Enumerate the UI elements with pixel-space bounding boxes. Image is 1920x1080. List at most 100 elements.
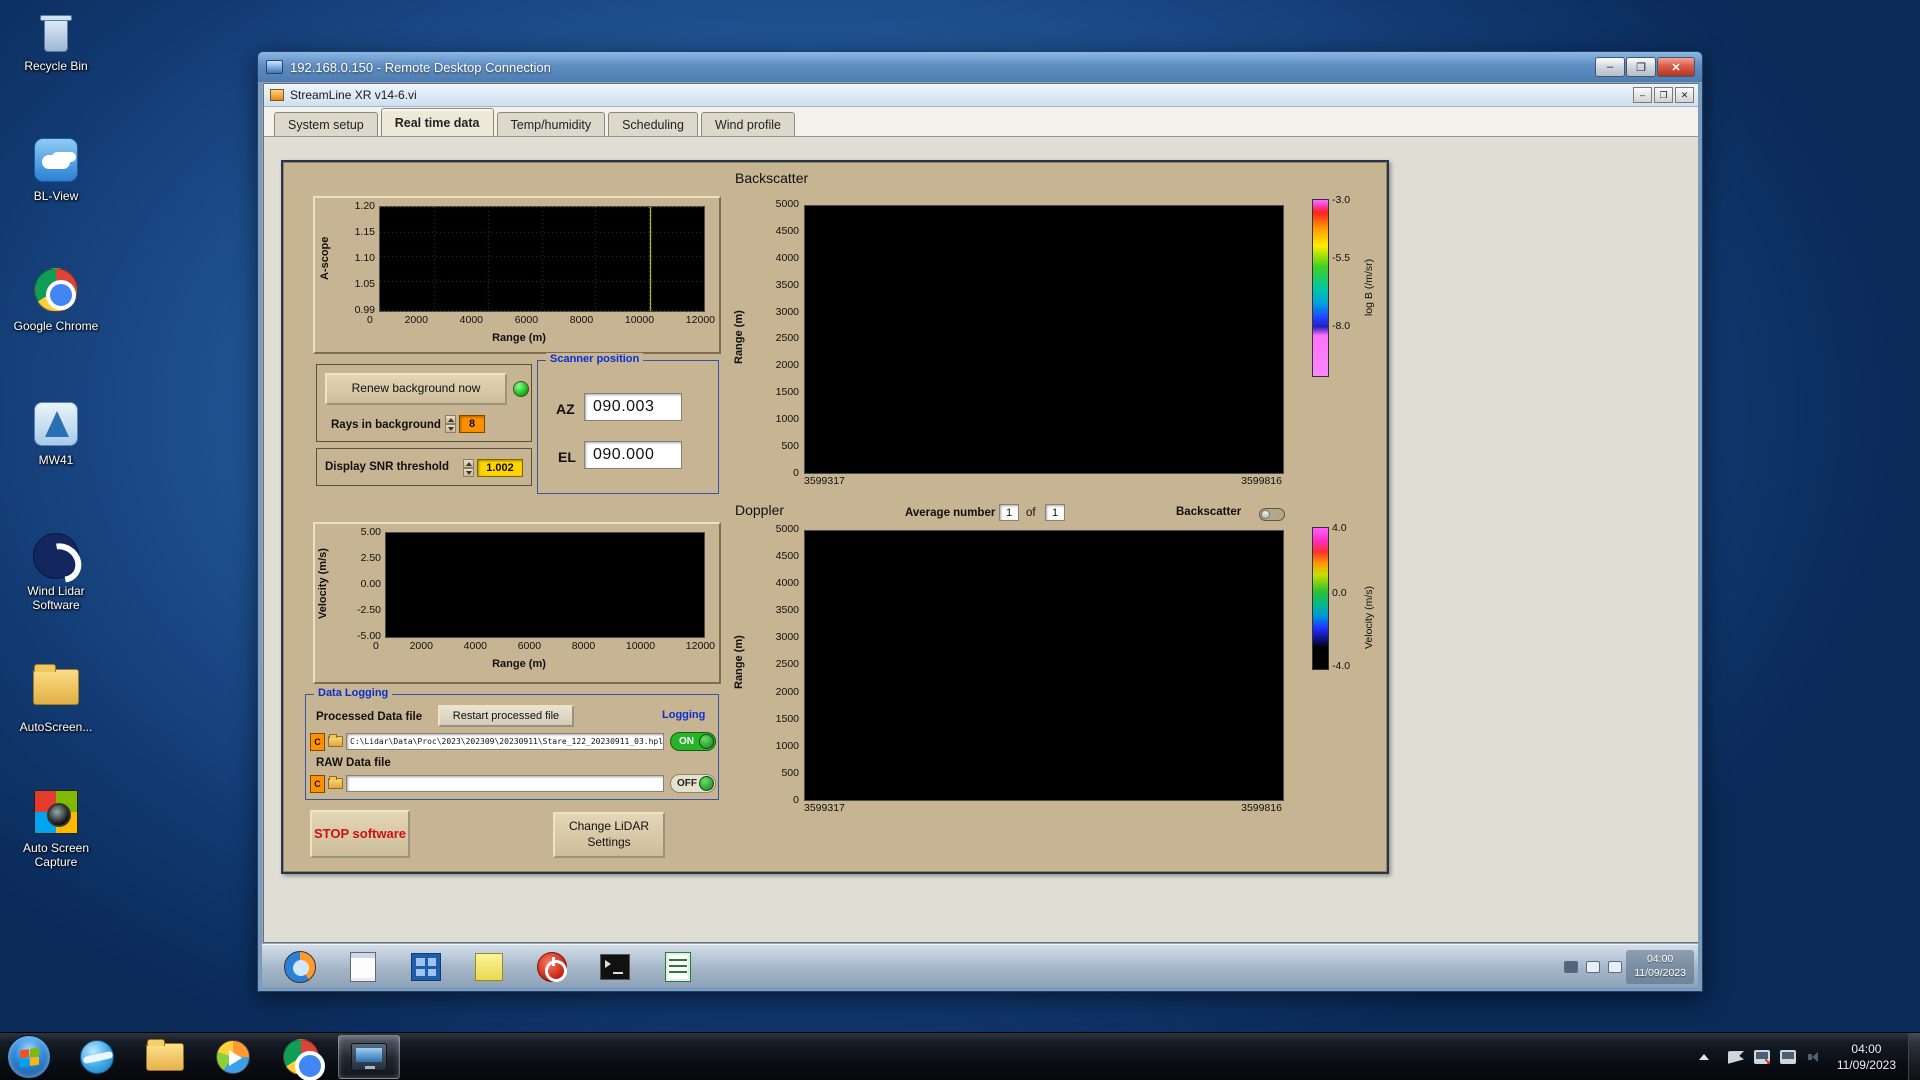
tick-label: 1000: [775, 413, 799, 426]
taskbar-rdp-active[interactable]: [338, 1035, 400, 1079]
tab-scheduling[interactable]: Scheduling: [608, 112, 698, 136]
backscatter-title: Backscatter: [735, 170, 809, 186]
az-field[interactable]: 090.003: [584, 393, 682, 421]
remote-taskbar-notepad[interactable]: [343, 949, 383, 985]
desktop-icon-bl-view[interactable]: BL-View: [8, 136, 104, 204]
processed-logging-toggle[interactable]: ON: [670, 732, 716, 751]
processed-drive-box[interactable]: C: [310, 733, 325, 751]
processed-browse-folder-icon[interactable]: [328, 734, 343, 747]
desktop-icon-mw41[interactable]: MW41: [8, 400, 104, 468]
a-scope-y-ticks: 1.20 1.15 1.10 1.05 0.99: [339, 200, 375, 316]
tick-label: 8000: [571, 640, 596, 652]
app-minimize-button[interactable]: –: [1633, 87, 1652, 103]
hidden-icons-icon[interactable]: [1564, 961, 1579, 973]
doppler-title: Doppler: [735, 502, 785, 518]
stop-software-button[interactable]: STOP software: [310, 810, 410, 858]
doppler-y-ticks: 5000 4500 4000 3500 3000 2500 2000 1500 1000 500 0: [751, 523, 799, 806]
front-panel: 1.20 1.15 1.10 1.05 0.99 A-scope 0 2000 4000 60…: [264, 137, 1698, 942]
tab-bar: System setup Real time data Temp/humidit…: [264, 107, 1698, 137]
average-number-field[interactable]: 1: [999, 504, 1019, 521]
remote-clock[interactable]: 04:00 11/09/2023: [1626, 950, 1694, 984]
colorbar-tick: 4.0: [1332, 522, 1347, 534]
snr-threshold-field[interactable]: 1.002: [477, 459, 523, 477]
close-button[interactable]: ✕: [1657, 57, 1695, 77]
tick-label: 1.05: [354, 278, 375, 290]
hidden-icons-arrow[interactable]: [1698, 1054, 1709, 1060]
raw-path-field[interactable]: [346, 775, 664, 792]
tick-label: 1.15: [354, 226, 375, 238]
off-label: OFF: [677, 778, 697, 789]
rays-in-background-field[interactable]: 8: [459, 415, 485, 433]
backscatter-display-toggle[interactable]: [1259, 508, 1285, 521]
app-titlebar[interactable]: StreamLine XR v14-6.vi – ❐ ✕: [264, 84, 1698, 107]
tick-label: 3000: [775, 305, 799, 318]
tick-label: 2000: [775, 359, 799, 372]
taskbar-clock[interactable]: 04:00 11/09/2023: [1837, 1041, 1896, 1073]
tick-label: 4000: [775, 577, 799, 590]
backscatter-x-ticks: 3599317 3599816: [804, 475, 1282, 487]
desktop-icon-recycle-bin[interactable]: Recycle Bin: [8, 8, 104, 74]
tab-temp-humidity[interactable]: Temp/humidity: [496, 112, 606, 136]
remote-taskbar-network-apps[interactable]: [406, 949, 446, 985]
network-status-icon[interactable]: [1753, 1050, 1770, 1064]
tick-label: 2000: [409, 640, 433, 652]
action-center-flag-icon[interactable]: [1728, 1049, 1744, 1065]
toggle-knob: [699, 734, 714, 749]
rdp-system-icon: [266, 60, 283, 74]
desktop-icon-autoscreen[interactable]: AutoScreen...: [8, 662, 104, 735]
remote-taskbar-cmd[interactable]: [595, 949, 635, 985]
remote-taskbar: 04:00 11/09/2023: [262, 944, 1698, 987]
processed-path-field[interactable]: C:\Lidar\Data\Proc\2023\202309\20230911\…: [346, 733, 664, 750]
volume-icon[interactable]: [1586, 961, 1601, 973]
app-restore-button[interactable]: ❐: [1654, 87, 1673, 103]
raw-data-file-label: RAW Data file: [316, 757, 391, 769]
rdp-titlebar[interactable]: 192.168.0.150 - Remote Desktop Connectio…: [258, 52, 1702, 82]
desktop-icon-google-chrome[interactable]: Google Chrome: [8, 266, 104, 334]
taskbar-media-player[interactable]: [202, 1035, 264, 1079]
display-icon[interactable]: [1779, 1050, 1796, 1064]
velocity-x-ticks: 0 2000 4000 6000 8000 10000 12000: [373, 640, 715, 652]
rays-spinner[interactable]: [445, 415, 456, 433]
explorer-folder-icon: [146, 1039, 184, 1071]
remote-clock-time: 04:00: [1646, 953, 1674, 966]
desktop-icon-label: Google Chrome: [13, 319, 99, 333]
app-close-button[interactable]: ✕: [1675, 87, 1694, 103]
el-field[interactable]: 090.000: [584, 441, 682, 469]
tab-system-setup[interactable]: System setup: [274, 112, 378, 136]
raw-browse-folder-icon[interactable]: [328, 776, 343, 789]
desktop-icon-wind-lidar[interactable]: Wind Lidar Software: [8, 532, 104, 613]
tab-wind-profile[interactable]: Wind profile: [700, 112, 795, 136]
taskbar-explorer[interactable]: [134, 1035, 196, 1079]
renew-background-button[interactable]: Renew background now: [325, 373, 507, 405]
taskbar-chrome[interactable]: [270, 1035, 332, 1080]
network-apps-icon: [411, 953, 441, 981]
show-desktop-button[interactable]: [1908, 1033, 1920, 1080]
remote-taskbar-notes[interactable]: [469, 949, 509, 985]
tick-label: 3000: [775, 631, 799, 644]
tick-label: 4500: [775, 550, 799, 563]
average-total-field[interactable]: 1: [1045, 504, 1065, 521]
restart-processed-file-button[interactable]: Restart processed file: [438, 705, 574, 727]
velocity-graph-group: 5.00 2.50 0.00 -2.50 -5.00 Velocity (m/s) 02…: [313, 522, 721, 684]
minimize-button[interactable]: –: [1595, 57, 1625, 77]
volume-icon[interactable]: [1806, 1050, 1822, 1064]
background-led: [513, 381, 529, 397]
network-icon[interactable]: [1608, 961, 1623, 973]
tab-real-time-data[interactable]: Real time data: [380, 108, 494, 136]
snr-spinner[interactable]: [463, 459, 474, 477]
raw-logging-toggle[interactable]: OFF: [670, 774, 716, 793]
snr-group: Display SNR threshold 1.002: [316, 448, 532, 486]
backscatter-colorbar-label: log B (/m/sr): [1363, 258, 1375, 316]
backscatter-heatmap: [804, 205, 1284, 474]
streamline-app-window: StreamLine XR v14-6.vi – ❐ ✕ System setu…: [263, 83, 1698, 943]
start-button[interactable]: [7, 1035, 51, 1079]
remote-taskbar-browser[interactable]: [280, 949, 320, 985]
desktop-icon-auto-screen-capture[interactable]: Auto Screen Capture: [8, 788, 104, 870]
change-lidar-settings-button[interactable]: Change LiDAR Settings: [553, 812, 665, 858]
taskbar-ie[interactable]: [66, 1035, 128, 1079]
raw-drive-box[interactable]: C: [310, 775, 325, 793]
remote-taskbar-power[interactable]: [532, 949, 572, 985]
remote-taskbar-spreadsheet[interactable]: [658, 949, 698, 985]
scanner-position-title: Scanner position: [546, 353, 644, 365]
maximize-button[interactable]: ❐: [1626, 57, 1656, 77]
